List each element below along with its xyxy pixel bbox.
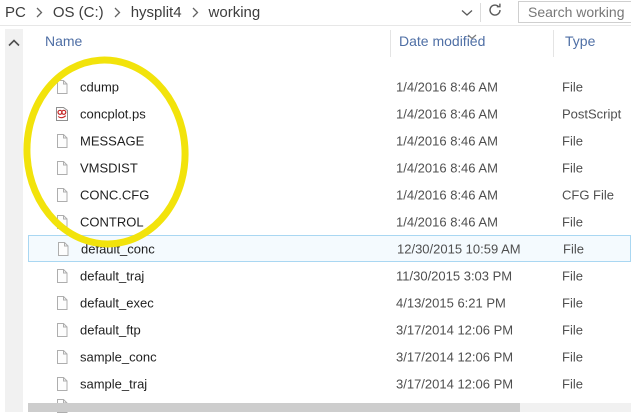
toolbar-divider <box>480 3 481 22</box>
file-icon <box>54 376 70 392</box>
file-type: File <box>562 133 583 148</box>
breadcrumb-item-pc[interactable]: PC <box>2 4 29 21</box>
breadcrumb-item-os-c[interactable]: OS (C:) <box>50 4 107 21</box>
file-type: File <box>562 349 583 364</box>
file-row[interactable]: default_ftp 3/17/2014 12:06 PM File <box>28 316 631 343</box>
file-name: sample_traj <box>80 376 147 391</box>
file-date: 1/4/2016 8:46 AM <box>396 214 498 229</box>
file-date: 1/4/2016 8:46 AM <box>396 160 498 175</box>
file-name: VMSDIST <box>80 160 138 175</box>
column-header-type[interactable]: Type <box>565 33 595 49</box>
address-dropdown-button[interactable] <box>455 0 479 25</box>
file-date: 1/4/2016 8:46 AM <box>396 133 498 148</box>
chevron-down-icon <box>461 4 473 22</box>
file-row[interactable]: default_exec 4/13/2015 6:21 PM File <box>28 289 631 316</box>
file-row[interactable]: cdump 1/4/2016 8:46 AM File <box>28 73 631 100</box>
chevron-right-icon <box>107 7 128 18</box>
file-date: 3/17/2014 12:06 PM <box>396 349 513 364</box>
file-row[interactable]: VMSDIST 1/4/2016 8:46 AM File <box>28 154 631 181</box>
horizontal-scrollbar[interactable] <box>28 403 631 412</box>
column-header-date-modified[interactable]: Date modified <box>399 33 485 49</box>
file-date: 12/30/2015 10:59 AM <box>397 241 521 256</box>
file-icon <box>54 268 70 284</box>
horizontal-scrollbar-thumb[interactable] <box>28 403 520 412</box>
file-icon <box>54 79 70 95</box>
file-name: CONTROL <box>80 214 144 229</box>
breadcrumb-item-hysplit4[interactable]: hysplit4 <box>128 4 185 21</box>
file-type: File <box>562 295 583 310</box>
file-type: File <box>562 268 583 283</box>
scroll-up-button[interactable] <box>5 36 23 50</box>
file-name: default_ftp <box>80 322 141 337</box>
file-icon <box>54 214 70 230</box>
file-icon <box>54 349 70 365</box>
file-date: 1/4/2016 8:46 AM <box>396 106 498 121</box>
chevron-right-icon <box>185 7 206 18</box>
file-date: 3/17/2014 12:06 PM <box>396 322 513 337</box>
column-header-name[interactable]: Name <box>45 33 82 49</box>
column-divider[interactable] <box>553 30 554 57</box>
file-row[interactable]: sample_traj 3/17/2014 12:06 PM File <box>28 370 631 397</box>
chevron-up-icon <box>8 34 20 52</box>
file-name: default_exec <box>80 295 154 310</box>
breadcrumb: PC OS (C:) hysplit4 working <box>2 0 263 25</box>
file-name: CONC.CFG <box>80 187 149 202</box>
file-row[interactable]: default_traj 11/30/2015 3:03 PM File <box>28 262 631 289</box>
file-type: File <box>563 241 584 256</box>
file-name: cdump <box>80 79 119 94</box>
file-list: cdump 1/4/2016 8:46 AM File concplot.ps … <box>28 73 631 397</box>
file-icon <box>54 322 70 338</box>
chevron-right-icon <box>29 7 50 18</box>
file-type: File <box>562 214 583 229</box>
file-type: File <box>562 322 583 337</box>
file-icon <box>54 295 70 311</box>
file-icon <box>54 133 70 149</box>
file-row[interactable]: default_conc 12/30/2015 10:59 AM File <box>28 235 631 262</box>
postscript-file-icon <box>54 106 70 122</box>
navigation-pane-scrollbar[interactable] <box>5 29 23 412</box>
file-type: File <box>562 160 583 175</box>
file-type: PostScript <box>562 106 621 121</box>
file-icon <box>55 241 71 257</box>
file-type: File <box>562 376 583 391</box>
file-name: sample_conc <box>80 349 157 364</box>
breadcrumb-item-working[interactable]: working <box>206 4 264 21</box>
file-row[interactable]: CONC.CFG 1/4/2016 8:46 AM CFG File <box>28 181 631 208</box>
file-name: default_conc <box>81 241 155 256</box>
file-name: MESSAGE <box>80 133 144 148</box>
file-icon <box>54 187 70 203</box>
file-type: File <box>562 79 583 94</box>
file-date: 1/4/2016 8:46 AM <box>396 79 498 94</box>
file-icon <box>54 160 70 176</box>
file-type: CFG File <box>562 187 614 202</box>
file-name: concplot.ps <box>80 106 146 121</box>
file-row[interactable]: CONTROL 1/4/2016 8:46 AM File <box>28 208 631 235</box>
file-date: 1/4/2016 8:46 AM <box>396 187 498 202</box>
column-divider[interactable] <box>390 30 391 57</box>
file-date: 4/13/2015 6:21 PM <box>396 295 506 310</box>
file-name: default_traj <box>80 268 144 283</box>
file-date: 11/30/2015 3:03 PM <box>396 268 512 283</box>
file-date: 3/17/2014 12:06 PM <box>396 376 513 391</box>
search-input[interactable] <box>518 1 631 23</box>
file-row[interactable]: sample_conc 3/17/2014 12:06 PM File <box>28 343 631 370</box>
file-row[interactable]: concplot.ps 1/4/2016 8:46 AM PostScript <box>28 100 631 127</box>
refresh-button[interactable] <box>483 0 507 25</box>
refresh-icon <box>487 2 503 23</box>
file-row[interactable]: MESSAGE 1/4/2016 8:46 AM File <box>28 127 631 154</box>
